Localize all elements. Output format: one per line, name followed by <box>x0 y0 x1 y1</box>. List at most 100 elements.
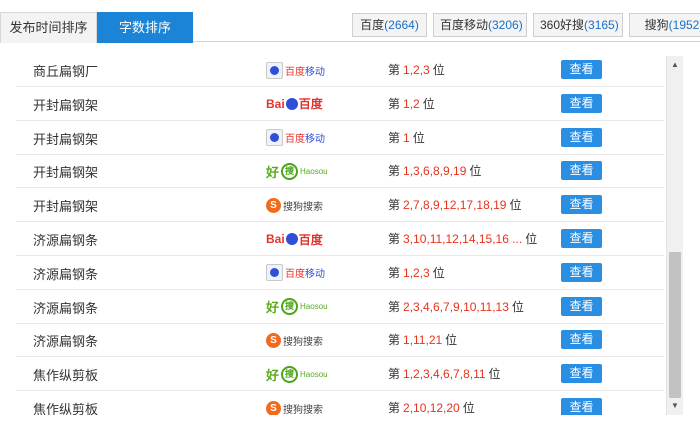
rank-positions: 第 1,11,21 位 <box>388 331 457 348</box>
vertical-scrollbar[interactable]: ▲ ▼ <box>666 56 683 415</box>
rank-suffix: 位 <box>488 367 501 382</box>
logo-text: Bai <box>266 232 285 246</box>
rank-prefix: 第 <box>388 333 401 348</box>
rank-numbers: 1,3,6,8,9,19 <box>403 164 467 179</box>
table-row: 焦作纵剪板 S 搜狗搜索 第 2,10,12,20 位 查看 <box>16 391 664 415</box>
haosou-icon: 搜 <box>281 365 299 383</box>
sogou-logo: S 搜狗搜索 <box>266 398 323 415</box>
keyword-text: 商丘扁钢厂 <box>33 64 99 79</box>
engine-tab-baidu[interactable]: 百度(2664) <box>352 13 427 37</box>
paw-dot <box>270 268 279 278</box>
rank-prefix: 第 <box>388 130 401 145</box>
tab-sort-by-publish-time[interactable]: 发布时间排序 <box>0 12 97 43</box>
view-button[interactable]: 查看 <box>561 330 602 350</box>
scroll-down-arrow-icon[interactable]: ▼ <box>667 399 683 413</box>
view-button[interactable]: 查看 <box>561 296 602 316</box>
engine-count: (2664) <box>384 18 419 32</box>
view-button[interactable]: 查看 <box>561 398 602 415</box>
rank-prefix: 第 <box>388 96 401 111</box>
table-row: 开封扁钢架 百度 移动 第 1 位 查看 <box>16 121 664 155</box>
view-button[interactable]: 查看 <box>561 364 602 384</box>
logo-text: 好 <box>266 164 280 180</box>
rank-positions: 第 2,7,8,9,12,17,18,19 位 <box>388 196 521 213</box>
baidu-paw-icon <box>266 61 283 79</box>
rank-suffix: 位 <box>525 232 538 246</box>
rank-prefix: 第 <box>388 198 401 213</box>
haosou-icon: 搜 <box>281 298 299 316</box>
haosou-icon: 搜 <box>281 162 299 180</box>
rank-suffix: 位 <box>432 265 445 280</box>
tab-sort-by-word-count[interactable]: 字数排序 <box>97 12 193 43</box>
view-button[interactable]: 查看 <box>561 161 602 181</box>
logo-text: 好 <box>266 300 280 316</box>
rank-numbers: 1,2,3,4,6,7,8,11 <box>403 367 486 382</box>
keyword-text: 开封扁钢架 <box>33 131 99 147</box>
baidu-mobile-logo: 百度 移动 <box>266 60 325 80</box>
table-row: 济源扁钢条 S 搜狗搜索 第 1,11,21 位 查看 <box>16 323 664 358</box>
rank-prefix: 第 <box>388 63 401 77</box>
rank-prefix: 第 <box>388 299 401 314</box>
engine-count: (3206) <box>488 18 523 32</box>
rank-prefix: 第 <box>388 265 401 280</box>
view-button[interactable]: 查看 <box>561 262 602 282</box>
keyword-text: 开封扁钢架 <box>33 199 99 215</box>
rank-numbers: 1,2,3 <box>403 63 430 77</box>
haosou-logo: 好搜 Haosou <box>266 364 328 384</box>
logo-text: 好 <box>266 367 280 383</box>
table-row: 济源扁钢条 好搜 Haosou 第 2,3,4,6,7,9,10,11,13 位 查看 <box>16 290 664 324</box>
rank-positions: 第 1,2,3 位 <box>388 264 445 281</box>
table-row: 开封扁钢架 S 搜狗搜索 第 2,7,8,9,12,17,18,19 位 查看 <box>16 188 664 223</box>
sort-tab-bar: 发布时间排序 字数排序 百度(2664) 百度移动(3206) 360好搜(31… <box>0 0 700 43</box>
rank-prefix: 第 <box>388 232 401 246</box>
logo-text: 百度 <box>285 66 305 78</box>
engine-name: 360好搜 <box>540 18 585 32</box>
baidu-paw-icon <box>266 264 283 282</box>
baidu-logo: Bai 百度 <box>266 94 323 114</box>
sogou-icon: S <box>266 332 281 348</box>
rank-numbers: 1 <box>403 130 410 145</box>
view-button[interactable]: 查看 <box>561 229 602 248</box>
engine-tab-baidu-mobile[interactable]: 百度移动(3206) <box>433 13 527 37</box>
rank-suffix: 位 <box>432 63 445 77</box>
haosou-logo: 好搜 Haosou <box>266 161 328 181</box>
keyword-text: 济源扁钢条 <box>33 300 99 316</box>
baidu-mobile-logo: 百度 移动 <box>266 263 325 283</box>
table-row: 焦作纵剪板 好搜 Haosou 第 1,2,3,4,6,7,8,11 位 查看 <box>16 357 664 392</box>
rank-prefix: 第 <box>388 367 401 382</box>
engine-tab-sogou[interactable]: 搜狗(1952) <box>629 13 700 37</box>
keyword-text: 焦作纵剪板 <box>33 402 99 415</box>
engine-tab-360-haosou[interactable]: 360好搜(3165) <box>533 13 623 37</box>
view-button[interactable]: 查看 <box>561 60 602 79</box>
logo-text: 移动 <box>305 269 325 281</box>
logo-text: 移动 <box>305 66 325 78</box>
engine-count: (1952) <box>668 18 700 32</box>
view-button[interactable]: 查看 <box>561 93 602 113</box>
sogou-logo: S 搜狗搜索 <box>266 330 323 350</box>
rank-suffix: 位 <box>422 96 435 111</box>
logo-text: 百度 <box>285 269 305 281</box>
rank-prefix: 第 <box>388 401 401 415</box>
rank-numbers: 2,3,4,6,7,9,10,11,13 <box>403 299 509 314</box>
rank-positions: 第 1,2,3,4,6,7,8,11 位 <box>388 365 501 382</box>
keyword-text: 济源扁钢条 <box>33 233 99 248</box>
engine-name: 百度 <box>360 18 385 32</box>
rank-positions: 第1位 <box>388 129 425 146</box>
baidu-paw-icon <box>285 97 298 110</box>
rank-suffix: 位 <box>511 299 524 314</box>
keyword-text: 焦作纵剪板 <box>33 368 99 384</box>
paw-dot <box>270 65 279 75</box>
rank-positions: 第 2,10,12,20 位 <box>388 399 475 415</box>
rank-numbers: 1,11,21 <box>403 333 443 348</box>
rank-suffix: 位 <box>462 401 475 415</box>
logo-text: Haosou <box>300 369 328 379</box>
scrollbar-thumb[interactable] <box>669 252 681 398</box>
scroll-up-arrow-icon[interactable]: ▲ <box>667 58 683 72</box>
paw-dot <box>270 133 279 143</box>
baidu-paw-icon <box>285 233 298 245</box>
rank-suffix: 位 <box>509 198 522 213</box>
rank-positions: 第 1,2,3 位 <box>388 61 445 78</box>
view-button[interactable]: 查看 <box>561 195 602 215</box>
view-button[interactable]: 查看 <box>561 127 602 147</box>
rank-numbers: 1,2 <box>403 96 420 111</box>
table-row: 济源扁钢条 百度 移动 第 1,2,3 位 查看 <box>16 256 664 290</box>
